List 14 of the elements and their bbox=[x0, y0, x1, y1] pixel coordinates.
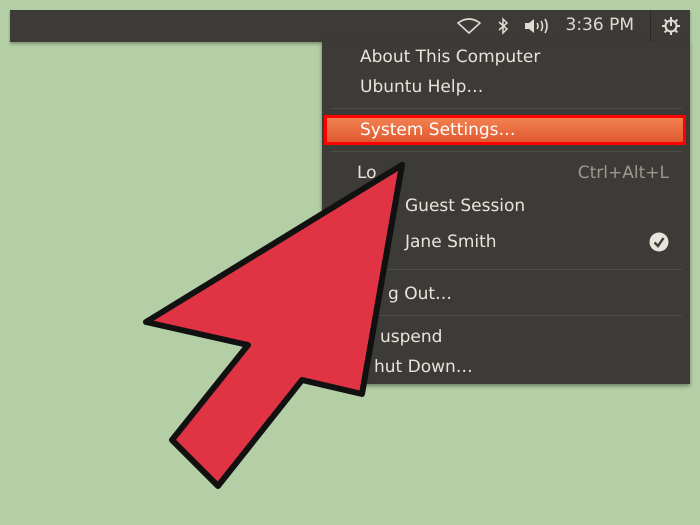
menu-item[interactable]: About This Computer bbox=[360, 46, 540, 68]
settings-icon[interactable] bbox=[660, 16, 680, 36]
shortcut-text: Ctrl+Alt+L bbox=[578, 162, 669, 184]
menu-item[interactable]: Ubuntu Help… bbox=[360, 76, 484, 98]
user-item[interactable]: Guest Session bbox=[405, 195, 526, 217]
bluetooth-icon[interactable] bbox=[498, 17, 508, 35]
clock-text[interactable]: 3:36 PM bbox=[566, 13, 634, 39]
menu-item[interactable]: Lo bbox=[357, 162, 377, 184]
menu-item[interactable]: uspend bbox=[380, 326, 442, 348]
menu-item[interactable]: g Out… bbox=[388, 283, 452, 305]
volume-icon[interactable] bbox=[524, 17, 550, 35]
user-item[interactable]: Jane Smith bbox=[405, 231, 497, 253]
wifi-icon[interactable] bbox=[456, 18, 482, 34]
menu-item[interactable]: hut Down… bbox=[374, 356, 473, 378]
